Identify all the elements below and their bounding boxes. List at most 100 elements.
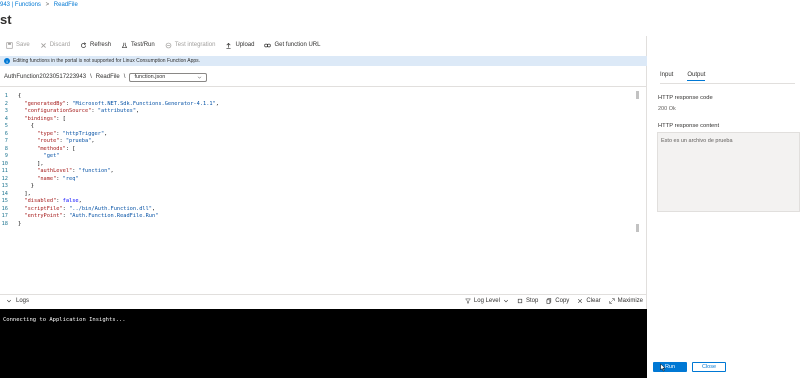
chevron-down-icon: [198, 76, 202, 79]
info-banner: i Editing functions in the portal is not…: [0, 56, 647, 66]
save-button[interactable]: Save: [6, 41, 30, 49]
line-number: 1: [4, 93, 8, 99]
code-text: "route": "prueba",: [37, 138, 95, 144]
code-text: "authLevel": "function",: [37, 168, 114, 174]
code-editor[interactable]: 1 {2 "generatedBy": "Microsoft.NET.Sdk.Fu…: [0, 88, 647, 290]
save-icon: [6, 41, 13, 49]
get-function-url-button[interactable]: Get function URL: [264, 42, 320, 49]
code-line[interactable]: 18}: [0, 220, 630, 228]
clear-button[interactable]: Clear: [577, 298, 601, 304]
code-text: "generatedBy": "Microsoft.NET.Sdk.Functi…: [24, 100, 219, 107]
editor-scrollbar-thumb[interactable]: [636, 224, 639, 232]
chevron-down-icon: [6, 299, 12, 302]
stop-button[interactable]: Stop: [517, 298, 538, 304]
code-text: }: [18, 220, 22, 227]
line-number: 9: [4, 153, 8, 159]
path-app: AuthFunction20230517223943: [4, 74, 87, 80]
copy-label: Copy: [555, 298, 570, 304]
close-icon: [578, 298, 583, 304]
line-number: 2: [4, 100, 8, 107]
stop-icon: [517, 298, 523, 304]
path-separator: \: [123, 74, 126, 80]
tab-output[interactable]: Output: [687, 72, 706, 81]
upload-button[interactable]: Upload: [225, 42, 254, 49]
divider: [0, 86, 647, 87]
info-icon: i: [4, 58, 10, 64]
link-icon: [264, 43, 272, 47]
save-label: Save: [16, 42, 30, 48]
discard-icon: [40, 42, 46, 48]
line-number: 8: [4, 145, 8, 152]
breadcrumb-readfile[interactable]: ReadFile: [54, 2, 78, 8]
path-separator: \: [90, 74, 92, 80]
code-text: }: [18, 183, 34, 189]
chevron-down-icon: [503, 299, 508, 303]
run-button[interactable]: Run: [653, 362, 687, 372]
line-number: 18: [1, 220, 8, 227]
log-console[interactable]: Connecting to Application Insights...: [0, 309, 647, 378]
line-number: 15: [1, 198, 8, 204]
upload-label: Upload: [235, 42, 255, 48]
code-text: ],: [18, 190, 31, 197]
code-text: "disabled": false,: [24, 198, 82, 204]
refresh-icon: [81, 41, 87, 48]
code-text: {: [18, 93, 22, 99]
path-function: ReadFile: [95, 74, 120, 80]
code-text: "configurationSource": "attributes",: [24, 108, 140, 114]
refresh-button[interactable]: Refresh: [80, 41, 112, 49]
line-number: 12: [1, 175, 8, 182]
line-number: 6: [4, 130, 8, 137]
divider: [660, 83, 795, 84]
response-content-label: HTTP response content: [658, 123, 720, 129]
line-number: 11: [1, 168, 8, 174]
file-dropdown[interactable]: function.json: [129, 72, 208, 82]
line-number: 16: [1, 205, 8, 212]
info-message: Editing functions in the portal is not s…: [13, 58, 201, 64]
line-number: 4: [4, 115, 8, 122]
code-text: "name": "req": [37, 175, 79, 182]
clear-label: Clear: [586, 298, 601, 304]
flask-icon: [121, 42, 128, 48]
logs-toolbar: Logs Log Level Stop Copy Clear Maximize: [0, 294, 647, 306]
line-number: 5: [4, 123, 8, 129]
logs-title: Logs: [16, 297, 30, 304]
code-test-pane: Save Discard Refresh Test/Run Test integ…: [0, 36, 647, 378]
maximize-button[interactable]: Maximize: [609, 298, 643, 304]
response-content-box[interactable]: Esto es un archivo de prueba: [657, 132, 800, 212]
code-text: "get": [43, 153, 60, 159]
log-level-button[interactable]: Log Level: [465, 298, 509, 304]
file-dropdown-value: function.json: [134, 74, 166, 80]
test-integration-label: Test integration: [174, 42, 216, 48]
stop-label: Stop: [525, 298, 539, 304]
code-text: "methods": [: [37, 145, 76, 152]
line-number: 17: [1, 213, 8, 219]
tab-input[interactable]: Input: [660, 72, 673, 81]
code-text: "entryPoint": "Auth.Function.ReadFile.Ru…: [24, 213, 159, 219]
test-run-button[interactable]: Test/Run: [121, 42, 155, 49]
code-text: "bindings": [: [24, 115, 66, 122]
upload-icon: [226, 42, 232, 49]
get-function-url-label: Get function URL: [274, 42, 321, 48]
editor-scrollbar-thumb[interactable]: [636, 91, 639, 99]
toolbar: Save Discard Refresh Test/Run Test integ…: [0, 36, 647, 54]
code-text: "type": "httpTrigger",: [37, 130, 108, 137]
refresh-label: Refresh: [90, 42, 112, 48]
code-text: "scriptFile": "../bin/Auth.Function.dll"…: [24, 205, 156, 212]
discard-button[interactable]: Discard: [40, 42, 70, 49]
response-code-label: HTTP response code: [658, 95, 713, 101]
breadcrumb-separator: >: [45, 2, 50, 8]
file-path-bar: AuthFunction20230517223943 \ ReadFile \ …: [0, 71, 647, 83]
test-run-label: Test/Run: [131, 42, 155, 48]
line-number: 10: [1, 160, 8, 167]
breadcrumb: 943 | Functions > ReadFile: [0, 2, 81, 8]
close-button[interactable]: Close: [692, 362, 726, 372]
breadcrumb-app-functions[interactable]: 943 | Functions: [0, 2, 41, 8]
test-run-panel: Input Output HTTP response code 200 Ok H…: [648, 36, 800, 378]
test-integration-button[interactable]: Test integration: [165, 42, 216, 49]
maximize-label: Maximize: [617, 298, 643, 304]
response-content-value: Esto es un archivo de prueba: [661, 138, 733, 144]
logs-toggle[interactable]: Logs: [6, 298, 29, 304]
copy-button[interactable]: Copy: [546, 298, 569, 304]
code-text: {: [18, 123, 34, 129]
integration-icon: [165, 42, 172, 48]
